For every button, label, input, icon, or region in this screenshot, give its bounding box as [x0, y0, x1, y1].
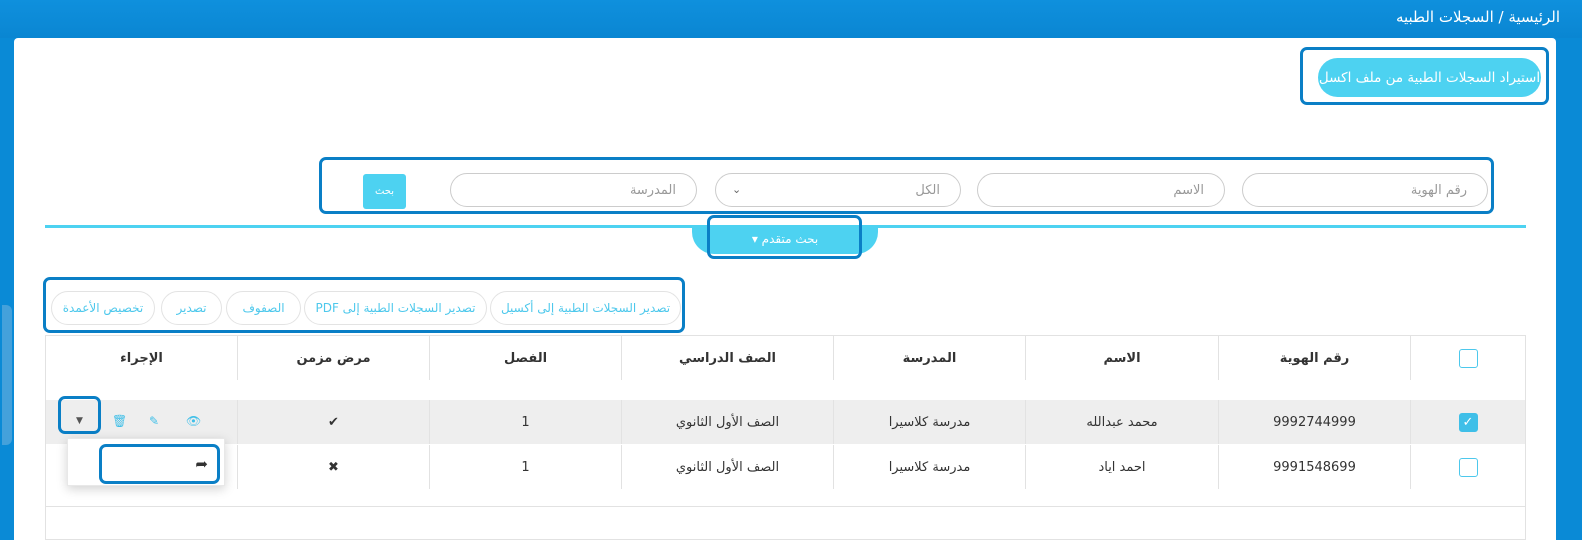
table-row[interactable]: 9991548699 احمد اياد مدرسة كلاسيرا الصف … — [46, 445, 1525, 489]
eye-icon[interactable]: 👁 — [186, 414, 201, 428]
header-select-all-cell — [1411, 336, 1525, 380]
cell-id: 9991548699 — [1219, 445, 1411, 489]
header-name: الاسم — [1026, 336, 1219, 380]
highlight-import — [1300, 47, 1549, 105]
cell-grade: الصف الأول الثانوي — [622, 445, 834, 489]
row-checkbox[interactable]: ✓ — [1458, 412, 1478, 432]
header-chronic: مرض مزمن — [238, 336, 430, 380]
cell-school: مدرسة كلاسيرا — [834, 400, 1026, 444]
cell-chronic: ✔ — [238, 400, 430, 444]
breadcrumb: الرئيسية / السجلات الطبيه — [1395, 8, 1560, 26]
cell-school: مدرسة كلاسيرا — [834, 445, 1026, 489]
row-checkbox[interactable] — [1458, 457, 1478, 477]
highlight-search — [319, 157, 1494, 214]
trash-icon[interactable]: 🗑 — [112, 414, 127, 428]
header-id: رقم الهوية — [1219, 336, 1411, 380]
cell-grade: الصف الأول الثانوي — [622, 400, 834, 444]
cell-class: 1 — [430, 445, 622, 489]
records-table: رقم الهوية الاسم المدرسة الصف الدراسي ال… — [45, 335, 1526, 540]
highlight-advanced — [707, 215, 862, 259]
pencil-icon[interactable]: ✎ — [149, 414, 159, 428]
cell-class: 1 — [430, 400, 622, 444]
header-school: المدرسة — [834, 336, 1026, 380]
highlight-toolbar — [43, 277, 685, 333]
cell-id: 9992744999 — [1219, 400, 1411, 444]
row-checkbox-cell: ✓ — [1411, 400, 1525, 444]
side-scroll-handle[interactable] — [2, 305, 12, 445]
table-row[interactable]: ✓ 9992744999 محمد عبدالله مدرسة كلاسيرا … — [46, 400, 1525, 444]
header-action: الإجراء — [46, 336, 238, 380]
header-class: الفصل — [430, 336, 622, 380]
highlight-menu-item — [99, 444, 220, 484]
cell-name: احمد اياد — [1026, 445, 1219, 489]
top-bar: الرئيسية / السجلات الطبيه — [0, 0, 1582, 38]
select-all-checkbox[interactable] — [1458, 348, 1478, 368]
table-footer-divider — [46, 506, 1525, 507]
cell-chronic: ✖ — [238, 445, 430, 489]
cell-name: محمد عبدالله — [1026, 400, 1219, 444]
row-checkbox-cell — [1411, 445, 1525, 489]
main-panel: استيراد السجلات الطبية من ملف اكسل رقم ا… — [14, 38, 1556, 540]
header-grade: الصف الدراسي — [622, 336, 834, 380]
highlight-dropdown-toggle — [58, 396, 101, 434]
